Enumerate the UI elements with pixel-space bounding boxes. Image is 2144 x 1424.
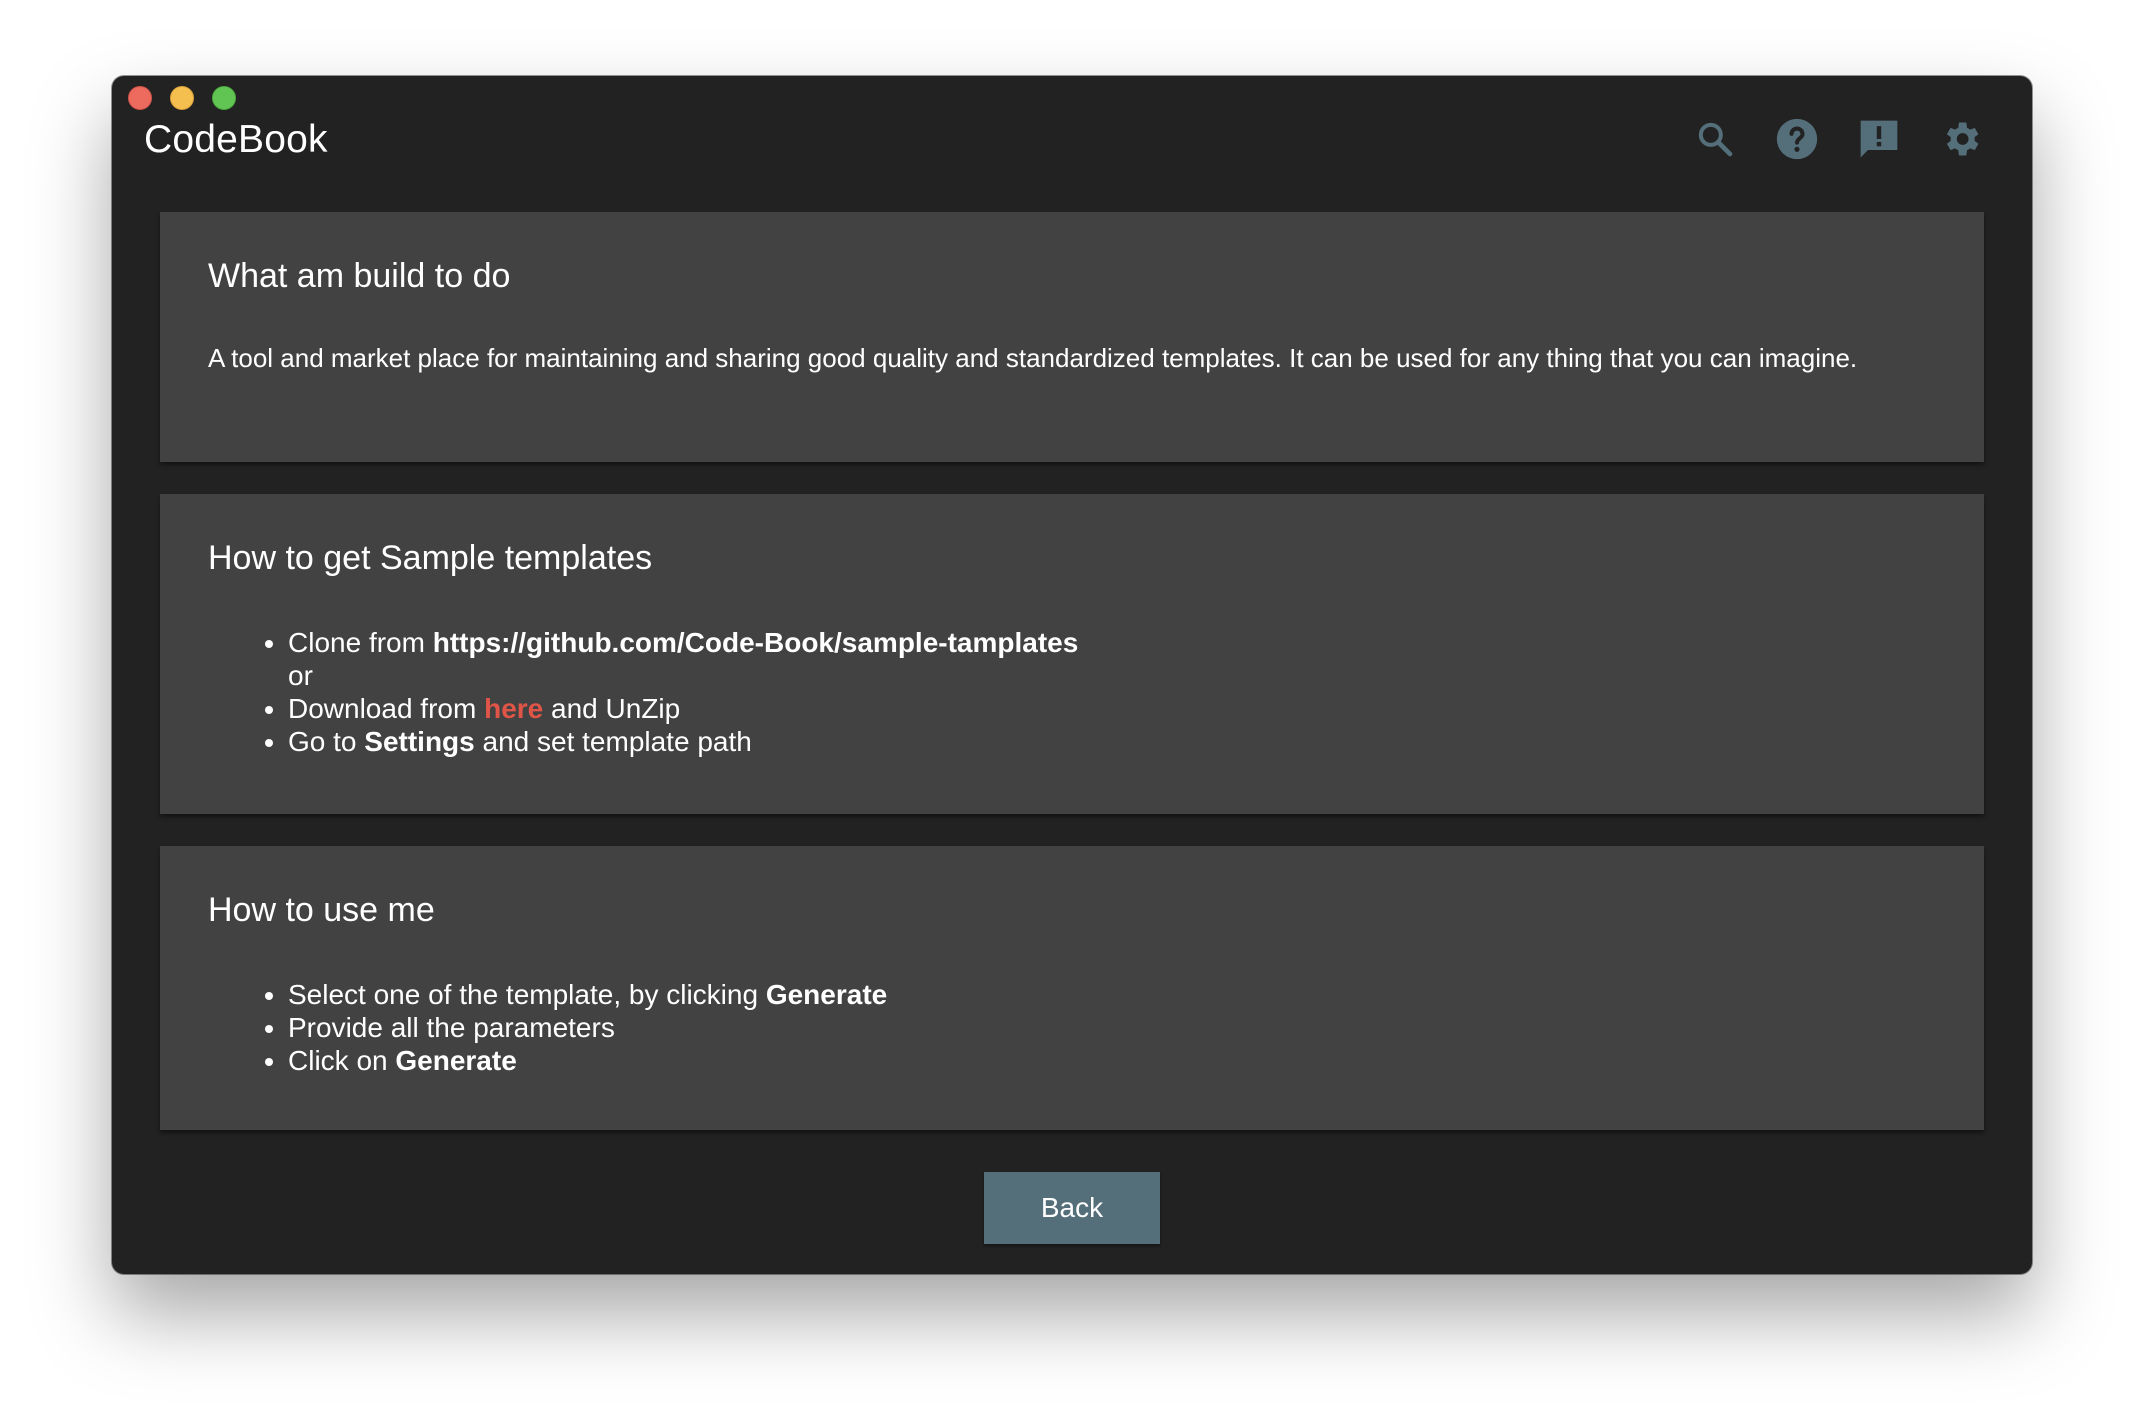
minimize-window-button[interactable]	[170, 86, 194, 110]
window-controls	[128, 86, 236, 110]
desktop: CodeBook What am build to do A tool and …	[0, 0, 2144, 1424]
list-item: Select one of the template, by clicking …	[288, 978, 1936, 1011]
list-item: Click on Generate	[288, 1044, 1936, 1077]
download-here-link[interactable]: here	[484, 693, 543, 724]
settings-bold-text: Settings	[364, 726, 475, 757]
list-item-text: Download from	[288, 693, 485, 724]
usage-list: Select one of the template, by clicking …	[208, 978, 1936, 1077]
list-item: Provide all the parameters	[288, 1011, 1936, 1044]
list-item-text: Provide all the parameters	[288, 1012, 615, 1043]
list-item-text: Go to	[288, 726, 365, 757]
app-window: CodeBook What am build to do A tool and …	[112, 76, 2032, 1274]
maximize-window-button[interactable]	[212, 86, 236, 110]
list-item: Download from here and UnZip	[288, 692, 1936, 725]
list-item-text: Click on	[288, 1045, 396, 1076]
samples-list: Clone from https://github.com/Code-Book/…	[208, 626, 1936, 758]
samples-section-card: How to get Sample templates Clone from h…	[160, 494, 1984, 814]
usage-section-heading: How to use me	[208, 891, 435, 929]
or-text: or	[288, 660, 313, 691]
list-item-text: and UnZip	[543, 693, 681, 724]
list-item-text: Select one of the template, by clicking	[288, 979, 766, 1010]
help-icon[interactable]	[1774, 116, 1820, 162]
app-title: CodeBook	[144, 118, 328, 161]
samples-section-heading: How to get Sample templates	[208, 539, 653, 577]
what-section-body: A tool and market place for maintaining …	[208, 343, 1858, 373]
generate-bold-text: Generate	[765, 979, 888, 1010]
back-button[interactable]: Back	[984, 1172, 1160, 1244]
usage-section-card: How to use me Select one of the template…	[160, 846, 1984, 1130]
settings-icon[interactable]	[1938, 116, 1984, 162]
list-item: Clone from https://github.com/Code-Book/…	[288, 626, 1936, 692]
list-item-text: Clone from	[288, 627, 433, 658]
search-icon[interactable]	[1692, 116, 1738, 162]
list-item-text: and set template path	[474, 726, 752, 757]
what-section-heading: What am build to do	[208, 257, 511, 295]
list-item: Go to Settings and set template path	[288, 725, 1936, 758]
github-url[interactable]: https://github.com/Code-Book/sample-tamp…	[433, 627, 1079, 658]
what-section-card: What am build to do A tool and market pl…	[160, 212, 1984, 462]
close-window-button[interactable]	[128, 86, 152, 110]
feedback-icon[interactable]	[1856, 116, 1902, 162]
generate-bold-text: Generate	[395, 1045, 517, 1076]
toolbar	[1692, 116, 1984, 162]
